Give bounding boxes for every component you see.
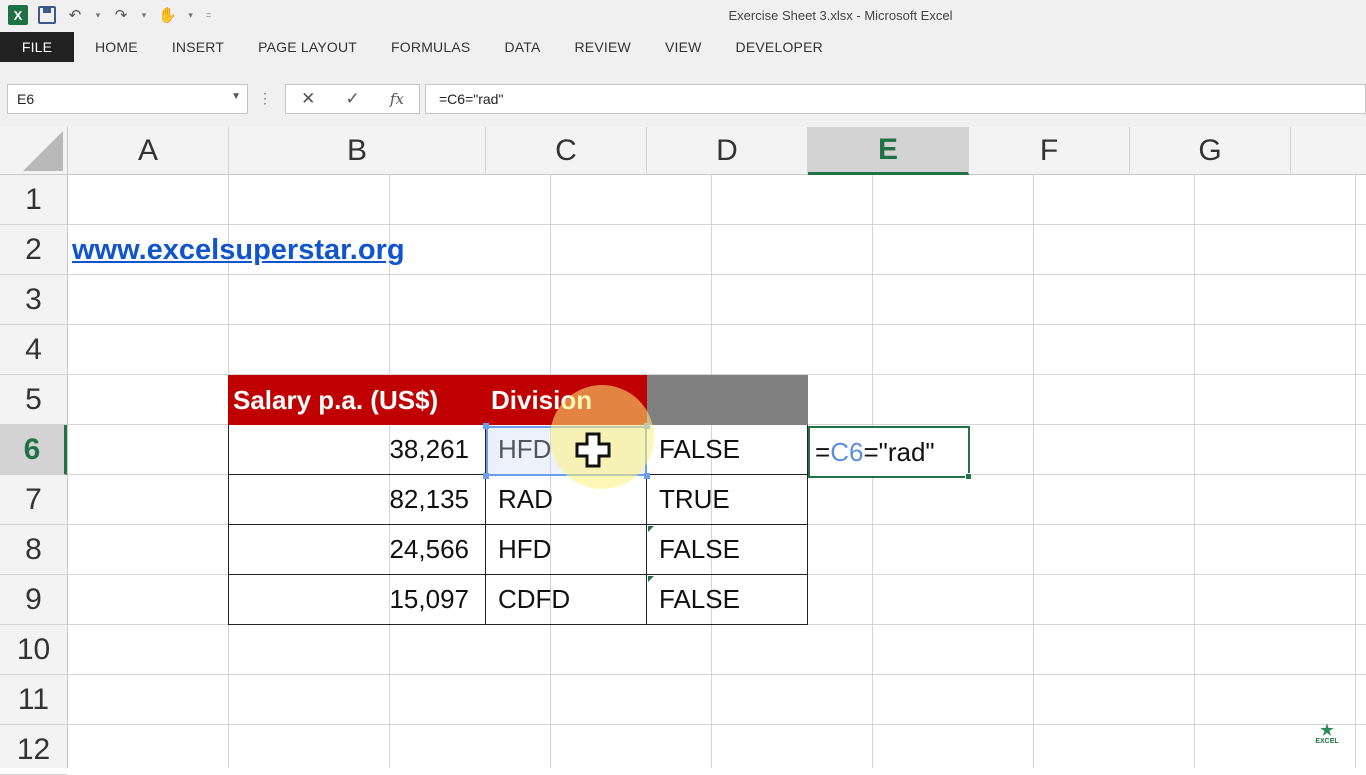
name-box-value: E6 bbox=[17, 91, 34, 107]
table-cell-salary[interactable]: 15,097 bbox=[228, 575, 486, 625]
ribbon-collapsed-area bbox=[0, 62, 1366, 80]
window-title: Exercise Sheet 3.xlsx - Microsoft Excel bbox=[0, 8, 1366, 23]
error-indicator-icon[interactable] bbox=[648, 526, 654, 532]
row-header-2[interactable]: 2 bbox=[0, 225, 67, 275]
tab-file[interactable]: FILE bbox=[0, 32, 74, 62]
title-bar: X ↶ ▾ ↷ ▾ ✋ ▾ = Exercise Sheet 3.xlsx - … bbox=[0, 0, 1366, 32]
tab-data[interactable]: DATA bbox=[487, 32, 557, 62]
column-header-e[interactable]: E bbox=[808, 127, 969, 175]
chevron-down-icon[interactable]: ▼ bbox=[231, 91, 241, 102]
watermark-logo: ★ EXCEL bbox=[1314, 723, 1340, 746]
fill-handle[interactable] bbox=[965, 473, 972, 480]
reference-handle[interactable] bbox=[644, 473, 650, 479]
row-header-6[interactable]: 6 bbox=[0, 425, 67, 475]
cancel-icon[interactable]: ✕ bbox=[301, 89, 315, 109]
formula-buttons: ✕ ✓ fx bbox=[285, 84, 420, 114]
table-cell-result[interactable]: TRUE bbox=[647, 475, 808, 525]
formula-input[interactable]: =C6="rad" bbox=[425, 84, 1366, 114]
select-all-triangle-icon bbox=[23, 131, 63, 171]
table-cell-result[interactable]: FALSE bbox=[647, 525, 808, 575]
column-header-g[interactable]: G bbox=[1130, 127, 1291, 175]
row-header-3[interactable]: 3 bbox=[0, 275, 67, 325]
row-header-10[interactable]: 10 bbox=[0, 625, 67, 675]
row-header-4[interactable]: 4 bbox=[0, 325, 67, 375]
tab-review[interactable]: REVIEW bbox=[558, 32, 648, 62]
row-header-7[interactable]: 7 bbox=[0, 475, 67, 525]
star-icon: ★ bbox=[1314, 723, 1340, 738]
insert-function-icon[interactable]: fx bbox=[390, 90, 404, 108]
select-all-button[interactable] bbox=[0, 127, 68, 175]
row-header-9[interactable]: 9 bbox=[0, 575, 67, 625]
tab-home[interactable]: HOME bbox=[74, 32, 155, 62]
formula-bar: E6 ▼ ⋮ ✕ ✓ fx =C6="rad" bbox=[0, 80, 1366, 120]
formula-cell-reference: C6 bbox=[830, 437, 863, 468]
formula-bar-gap bbox=[0, 120, 1366, 127]
row-header-11[interactable]: 11 bbox=[0, 675, 67, 725]
table-cell-result[interactable]: FALSE bbox=[647, 425, 808, 475]
worksheet-grid[interactable]: www.excelsuperstar.org Salary p.a. (US$)… bbox=[68, 175, 1366, 768]
table-cell-salary[interactable]: 82,135 bbox=[228, 475, 486, 525]
table-cell-division[interactable]: CDFD bbox=[486, 575, 647, 625]
error-indicator-icon[interactable] bbox=[648, 576, 654, 582]
column-headers: A B C D E F G bbox=[0, 127, 1366, 175]
tab-developer[interactable]: DEVELOPER bbox=[719, 32, 840, 62]
column-header-f[interactable]: F bbox=[969, 127, 1130, 175]
table-cell-salary[interactable]: 38,261 bbox=[228, 425, 486, 475]
tab-view[interactable]: VIEW bbox=[648, 32, 719, 62]
table-cell-salary[interactable]: 24,566 bbox=[228, 525, 486, 575]
row-header-8[interactable]: 8 bbox=[0, 525, 67, 575]
tab-insert[interactable]: INSERT bbox=[155, 32, 241, 62]
formula-equals: = bbox=[815, 437, 830, 468]
header-result[interactable] bbox=[647, 375, 808, 425]
column-header-c[interactable]: C bbox=[486, 127, 647, 175]
row-header-5[interactable]: 5 bbox=[0, 375, 67, 425]
formula-remainder: ="rad" bbox=[863, 437, 934, 468]
column-header-a[interactable]: A bbox=[68, 127, 229, 175]
table-cell-division[interactable]: HFD bbox=[486, 525, 647, 575]
reference-handle[interactable] bbox=[483, 423, 489, 429]
column-header-d[interactable]: D bbox=[647, 127, 808, 175]
website-link[interactable]: www.excelsuperstar.org bbox=[72, 234, 405, 267]
enter-icon[interactable]: ✓ bbox=[345, 89, 359, 109]
active-cell-editor[interactable]: =C6="rad" bbox=[808, 426, 970, 478]
row-headers: 1 2 3 4 5 6 7 8 9 10 11 12 bbox=[0, 175, 68, 768]
cross-cursor-icon bbox=[573, 430, 613, 470]
tab-page-layout[interactable]: PAGE LAYOUT bbox=[241, 32, 374, 62]
row-header-1[interactable]: 1 bbox=[0, 175, 67, 225]
column-header-b[interactable]: B bbox=[229, 127, 486, 175]
tab-formulas[interactable]: FORMULAS bbox=[374, 32, 487, 62]
reference-handle[interactable] bbox=[483, 473, 489, 479]
vertical-dots-icon[interactable]: ⋮ bbox=[258, 90, 272, 107]
table-cell-result[interactable]: FALSE bbox=[647, 575, 808, 625]
name-box[interactable]: E6 ▼ bbox=[7, 84, 248, 114]
header-salary[interactable]: Salary p.a. (US$) bbox=[228, 375, 486, 425]
ribbon-tabs: FILE HOME INSERT PAGE LAYOUT FORMULAS DA… bbox=[0, 32, 1366, 62]
watermark-text: EXCEL bbox=[1314, 738, 1340, 746]
